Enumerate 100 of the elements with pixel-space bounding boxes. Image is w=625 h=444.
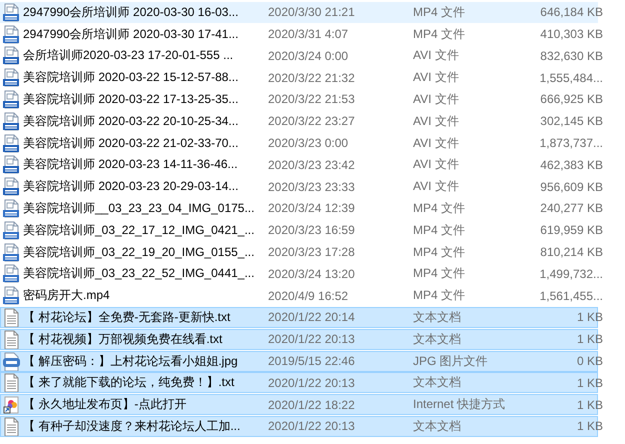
video-file-icon [2,46,21,66]
file-size: 1 KB [576,310,603,324]
file-size: 1 KB [576,398,603,412]
file-size: 410,303 KB [539,27,603,42]
file-type: AVI 文件 [413,112,460,130]
modified-date: 2020/1/22 20:13 [268,332,356,346]
modified-date: 2020/1/22 20:13 [268,376,356,390]
file-name: 【 村花视频】万部视频免费在线看.txt [23,330,224,348]
file-name: 会所培训师2020-03-23 17-20-01-555 ... [23,47,234,64]
modified-date: 2020/3/30 21:21 [268,5,356,20]
video-file-icon [2,68,21,88]
file-type: MP4 文件 [413,244,466,261]
video-file-icon [2,242,21,262]
video-file-icon [2,90,21,109]
modified-date: 2020/1/22 18:22 [268,398,356,412]
video-file-icon [2,286,21,306]
file-name: 【 有种子却没速度？来村花论坛人工加... [23,418,242,435]
file-name: 美容院培训师_03_23_22_52_IMG_0441_... [23,265,256,282]
modified-date: 2020/1/22 20:13 [268,419,356,434]
modified-date: 2020/3/24 13:20 [268,266,356,281]
file-size: 646,184 KB [539,5,603,20]
video-file-icon [2,24,21,44]
modified-date: 2020/3/23 23:33 [268,180,356,194]
video-file-icon [2,220,21,240]
file-name: 美容院培训师 2020-03-23 20-29-03-14... [23,178,240,196]
file-type: MP4 文件 [413,287,466,304]
file-name: 密码房开大.mp4 [23,287,111,304]
file-size: 1 KB [576,376,603,390]
file-size: 1,561,455... [538,288,603,303]
file-name: 【 来了就能下载的论坛，纯免费！】.txt [23,374,236,392]
modified-date: 2020/3/23 16:59 [268,223,356,238]
file-size: 1,873,737... [538,136,603,150]
video-file-icon [2,134,21,153]
modified-date: 2019/5/15 22:46 [268,354,356,368]
file-name: 美容院培训师_03_22_19_20_IMG_0155_... [23,244,256,261]
text-file-icon [2,373,21,392]
modified-date: 2020/3/24 0:00 [268,48,350,63]
video-file-icon [2,155,21,174]
file-type: AVI 文件 [413,134,460,152]
modified-date: 2020/3/23 23:42 [268,158,356,172]
file-name: 美容院培训师 2020-03-22 15-12-57-88... [23,69,240,86]
file-name: 【 解压密码：】上村花论坛看小姐姐.jpg [23,352,239,370]
file-type: MP4 文件 [413,26,466,43]
modified-date: 2020/3/23 0:00 [268,136,350,150]
file-name: 美容院培训师 2020-03-22 17-13-25-35... [23,90,240,108]
file-name: 【 村花论坛】全免费-无套路-更新快.txt [23,308,232,326]
shortcut-icon [2,395,21,414]
video-file-icon [2,2,21,22]
file-size: 1,555,484... [538,70,603,85]
file-name: 2947990会所培训师 2020-03-30 16-03... [23,4,240,21]
file-size: 0 KB [576,354,603,368]
video-file-icon [2,264,21,284]
modified-date: 2020/3/23 17:28 [268,245,356,260]
file-size: 1,499,732... [538,266,603,281]
file-type: 文本文档 [413,418,462,435]
file-type: 文本文档 [413,308,462,326]
file-name: 美容院培训师__03_23_23_04_IMG_0175... [23,200,256,217]
file-type: AVI 文件 [413,156,460,174]
text-file-icon [2,416,21,436]
file-type: MP4 文件 [413,4,466,21]
file-type: 文本文档 [413,330,462,348]
modified-date: 2020/3/31 4:07 [268,27,350,42]
file-type: MP4 文件 [413,265,466,282]
modified-date: 2020/3/22 23:27 [268,114,356,128]
file-name: 美容院培训师 2020-03-22 20-10-25-34... [23,112,240,130]
file-size: 1 KB [576,332,603,346]
file-size: 240,277 KB [539,201,603,216]
file-size: 1 KB [576,419,603,434]
video-file-icon [2,177,21,196]
file-type: AVI 文件 [413,90,460,108]
modified-date: 2020/3/24 12:39 [268,201,356,216]
file-name: 美容院培训师_03_22_17_12_IMG_0421_... [23,222,256,239]
modified-date: 2020/3/22 21:53 [268,92,356,106]
file-size: 619,959 KB [539,223,603,238]
file-size: 832,630 KB [539,48,603,63]
image-file-icon [2,352,21,371]
file-name: 美容院培训师 2020-03-22 21-02-33-70... [23,134,240,152]
file-name: 2947990会所培训师 2020-03-30 17-41... [23,26,240,43]
modified-date: 2020/1/22 20:14 [268,310,356,324]
file-size: 810,214 KB [539,245,603,260]
file-size: 302,145 KB [539,114,603,128]
text-file-icon [2,330,21,349]
video-file-icon [2,198,21,218]
file-type: Internet 快捷方式 [413,396,506,414]
file-type: JPG 图片文件 [413,352,489,370]
file-type: MP4 文件 [413,200,466,217]
modified-date: 2020/3/22 21:32 [268,70,356,85]
video-file-icon [2,112,21,131]
file-name: 美容院培训师 2020-03-23 14-11-36-46... [23,156,239,174]
file-type: 文本文档 [413,374,462,392]
file-type: MP4 文件 [413,222,466,239]
file-type: AVI 文件 [413,47,460,64]
file-size: 956,609 KB [539,180,603,194]
file-type: AVI 文件 [413,178,460,196]
file-type: AVI 文件 [413,69,460,86]
modified-date: 2020/4/9 16:52 [268,288,350,303]
text-file-icon [2,308,21,327]
file-size: 462,383 KB [539,158,603,172]
file-size: 666,925 KB [539,92,603,106]
file-name: 【 永久地址发布页】-点此打开 [23,396,188,414]
